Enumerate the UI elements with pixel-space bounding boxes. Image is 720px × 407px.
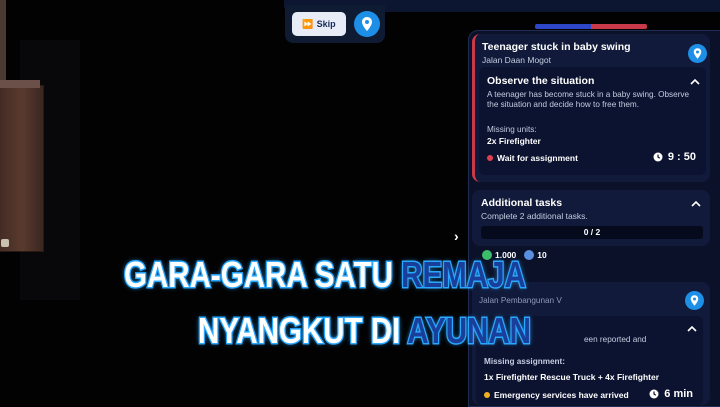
mission-location: Jalan Daan Mogot xyxy=(482,55,551,65)
mission2-location-button[interactable] xyxy=(685,291,704,310)
task-status: Wait for assignment xyxy=(487,153,578,163)
map-pin-icon xyxy=(690,295,699,306)
emergency-light-bar xyxy=(535,24,647,29)
task-timer-value: 9 : 50 xyxy=(667,151,696,163)
chevron-up-icon[interactable] xyxy=(690,77,700,87)
mission2-status-text: Emergency services have arrived xyxy=(494,390,629,400)
clock-icon xyxy=(653,152,663,162)
additional-tasks-progress: 0 / 2 xyxy=(481,226,703,239)
additional-tasks-card[interactable]: Additional tasks Complete 2 additional t… xyxy=(472,190,710,246)
map-pin-icon xyxy=(362,17,372,31)
caption-line-2-white: NYANGKUT DI xyxy=(197,309,408,353)
mission-location-button[interactable] xyxy=(688,44,707,63)
map-building[interactable] xyxy=(0,85,44,252)
mission2-timer-value: 6 min xyxy=(664,388,693,400)
mission2-description: een reported and xyxy=(584,335,647,344)
caption-line-2: NYANGKUT DI AYUNAN xyxy=(197,309,532,353)
task-status-text: Wait for assignment xyxy=(497,153,578,163)
location-button[interactable] xyxy=(354,11,380,37)
task-observe[interactable]: Observe the situation A teenager has bec… xyxy=(479,67,706,175)
caption-line-1-highlight: REMAJA xyxy=(400,253,527,297)
skip-label: Skip xyxy=(316,19,336,29)
caption-line-1-white: GARA-GARA SATU xyxy=(123,253,402,297)
map-building-roof xyxy=(0,80,40,88)
mission2-timer: 6 min xyxy=(649,388,693,400)
additional-tasks-subtitle: Complete 2 additional tasks. xyxy=(481,211,588,221)
mission2-missing-label: Missing assignment: xyxy=(484,357,565,366)
additional-tasks-title: Additional tasks xyxy=(481,197,563,209)
building-detail xyxy=(1,239,9,247)
mission2-location: Jalan Pembangunan V xyxy=(479,296,562,305)
task-description: A teenager has become stuck in a baby sw… xyxy=(487,90,690,109)
missing-units-label: Missing units: xyxy=(487,125,537,134)
task-title: Observe the situation xyxy=(487,75,595,87)
map-building-top xyxy=(0,0,6,85)
caption-line-2-highlight: AYUNAN xyxy=(406,309,532,353)
reward-xp: 10 xyxy=(524,250,547,260)
mission-card[interactable]: Teenager stuck in baby swing Jalan Daan … xyxy=(472,34,710,182)
mission2-missing-units: 1x Firefighter Rescue Truck + 4x Firefig… xyxy=(484,372,660,382)
caption-line-1: GARA-GARA SATU REMAJA xyxy=(123,253,527,297)
skip-button[interactable]: ⏩ Skip xyxy=(292,12,346,36)
missing-units-value: 2x Firefighter xyxy=(487,136,541,146)
chevron-right-icon[interactable]: › xyxy=(454,228,459,244)
map-pin-icon xyxy=(693,48,702,59)
chevron-up-icon[interactable] xyxy=(691,199,701,209)
fast-forward-icon: ⏩ xyxy=(302,18,314,29)
chevron-up-icon[interactable] xyxy=(687,324,697,334)
task-timer: 9 : 50 xyxy=(653,151,696,163)
clock-icon xyxy=(649,389,659,399)
reward-xp-value: 10 xyxy=(537,250,547,260)
mission-title: Teenager stuck in baby swing xyxy=(482,41,631,53)
status-dot-icon xyxy=(487,155,493,161)
status-dot-icon xyxy=(484,392,490,398)
mission2-status: Emergency services have arrived xyxy=(484,390,629,400)
